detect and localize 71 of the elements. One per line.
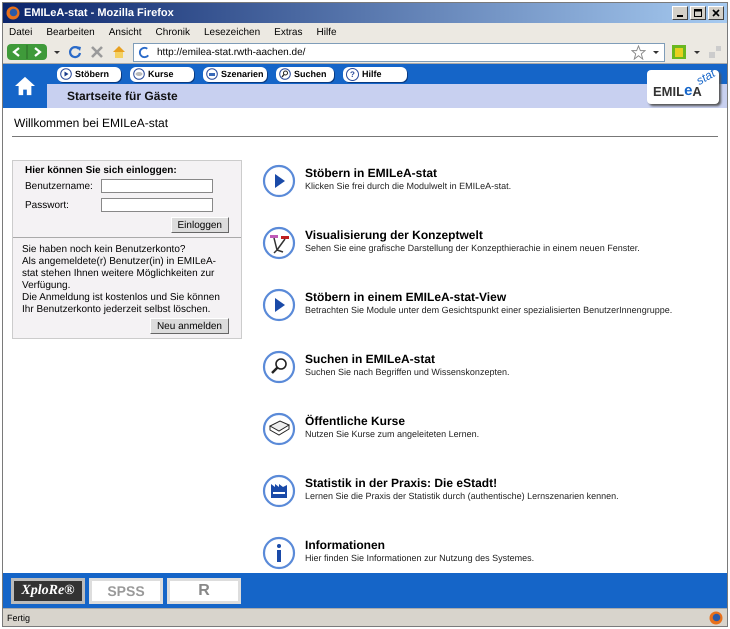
play-icon <box>60 68 72 80</box>
menu-item[interactable]: Extras <box>274 26 302 38</box>
search-icon <box>279 68 291 80</box>
menu-item[interactable]: Chronik <box>156 26 190 38</box>
browser-icon <box>709 610 723 624</box>
disc-icon <box>133 68 145 80</box>
nav-button[interactable]: Suchen <box>276 66 334 82</box>
login-button[interactable]: Einloggen <box>170 217 229 233</box>
factory-icon[interactable] <box>262 474 298 510</box>
feature-description: Nutzen Sie Kurse zum angeleiteten Lernen. <box>305 429 480 439</box>
feature-description: Suchen Sie nach Begriffen und Wissenskonzepten. <box>305 367 510 377</box>
page-heading: Willkommen bei EMILeA-stat <box>14 116 170 130</box>
info-icon[interactable] <box>262 536 298 572</box>
tray-icon <box>206 68 218 80</box>
dropdown-arrow-icon[interactable] <box>652 48 660 56</box>
info-text: Sie haben noch kein Benutzerkonto? <box>22 244 186 256</box>
book-icon[interactable] <box>262 412 298 448</box>
search-icon[interactable] <box>262 350 298 386</box>
nav-button[interactable]: Szenarien <box>203 66 267 82</box>
close-icon <box>711 8 721 18</box>
play-icon[interactable] <box>262 164 298 200</box>
feature-title[interactable]: Statistik in der Praxis: Die eStadt! <box>305 476 619 490</box>
menu-item[interactable]: Hilfe <box>316 26 337 38</box>
menu-item[interactable]: Bearbeiten <box>46 26 95 38</box>
browser-icon <box>6 6 20 20</box>
info-text: Als angemeldete(r) Benutzer(in) in EMILeA-stat stehen Ihnen weitere Möglichkeiten zur Verfügung. <box>22 256 217 292</box>
nav-button[interactable]: Kurse <box>130 66 194 82</box>
menu-item[interactable]: Datei <box>9 26 32 38</box>
address-field[interactable]: http://emilea-stat.rwth-aachen.de/ <box>133 42 665 62</box>
feature-description: Betrachten Sie Module unter dem Gesichtspunkt einer spezialisierten BenutzerInnengruppe. <box>305 305 672 315</box>
username-field[interactable] <box>101 179 213 193</box>
software-logo[interactable]: R <box>167 578 241 604</box>
dropdown-arrow-icon[interactable] <box>53 48 61 56</box>
feature-title[interactable]: Stöbern in einem EMILeA-stat-View <box>305 290 672 304</box>
feature-title[interactable]: Informationen <box>305 538 534 552</box>
feature-description: Hier finden Sie Informationen zur Nutzung des Systemes. <box>305 553 534 563</box>
dropdown-arrow-icon[interactable] <box>693 48 701 56</box>
feature-description: Klicken Sie frei durch die Modulwelt in EMILeA-stat. <box>305 181 512 191</box>
minimize-icon <box>677 15 683 17</box>
software-logo[interactable]: XploRe® <box>11 578 85 604</box>
register-button[interactable]: Neu anmelden <box>150 318 229 334</box>
password-field[interactable] <box>101 198 213 212</box>
minimize-button[interactable] <box>672 6 688 20</box>
info-text: Die Anmeldung ist kostenlos und Sie können Ihr Benutzerkonto jederzeit selbst löschen. <box>22 292 221 316</box>
help-icon: ? <box>346 68 359 80</box>
house-icon <box>14 76 36 96</box>
feature-title[interactable]: Stöbern in EMILeA-stat <box>305 166 512 180</box>
status-text: Fertig <box>7 612 30 622</box>
star-icon[interactable] <box>631 44 646 60</box>
feature-description: Sehen Sie eine grafische Darstellung der Konzepthierachie in einem neuen Fenster. <box>305 243 640 253</box>
figure-icon[interactable] <box>262 226 298 262</box>
window-title: EMILeA-stat - Mozilla Firefox <box>24 7 174 19</box>
feature-title[interactable]: Öffentliche Kurse <box>305 414 480 428</box>
page-icon <box>138 46 151 58</box>
field-label: Passwort: <box>25 200 70 210</box>
page-subtitle: Startseite für Gäste <box>67 89 178 103</box>
play-icon[interactable] <box>262 288 298 324</box>
maximize-icon <box>693 8 703 18</box>
nav-button[interactable]: ? Hilfe <box>343 66 407 82</box>
nav-button[interactable]: Stöbern <box>57 66 121 82</box>
menu-item[interactable]: Ansicht <box>108 26 142 38</box>
login-title: Hier können Sie sich einloggen: <box>24 165 178 176</box>
menu-item[interactable]: Lesezeichen <box>204 26 260 38</box>
back-forward-buttons[interactable] <box>7 44 47 60</box>
feature-description: Lernen Sie die Praxis der Statistik durch (authentische) Lernszenarien kennen. <box>305 491 619 501</box>
feature-title[interactable]: Visualisierung der Konzeptwelt <box>305 228 640 242</box>
field-label: Benutzername: <box>25 180 94 192</box>
feature-title[interactable]: Suchen in EMILeA-stat <box>305 352 510 366</box>
maximize-button[interactable] <box>690 6 706 20</box>
reload-icon[interactable] <box>67 44 83 60</box>
close-button[interactable] <box>708 6 724 20</box>
